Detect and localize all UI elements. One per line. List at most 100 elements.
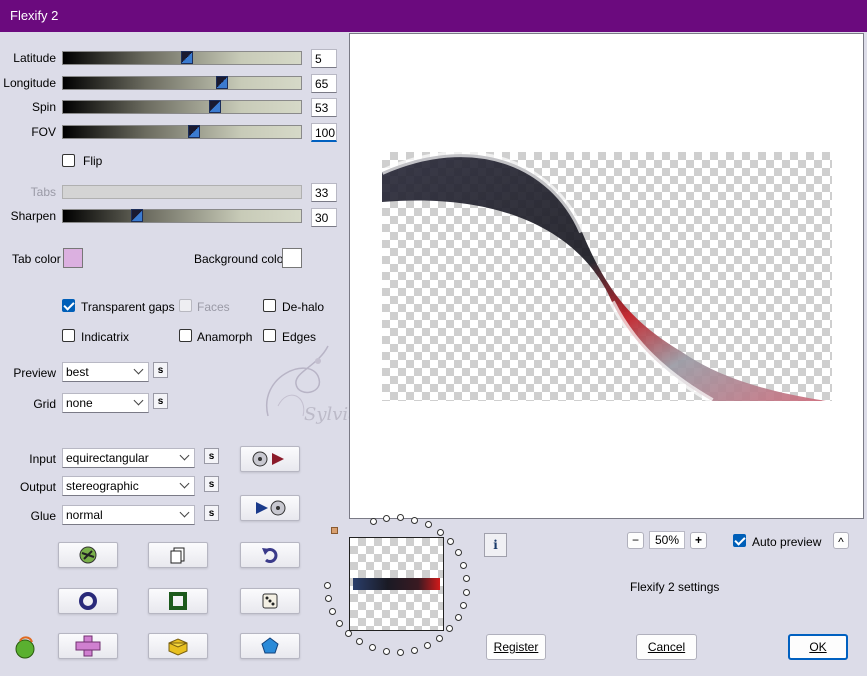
thumbnail-preview[interactable]	[349, 537, 444, 631]
register-button[interactable]: Register	[486, 634, 546, 660]
ring-icon	[79, 592, 97, 610]
output-save-button[interactable]: s	[204, 476, 219, 492]
preview-panel[interactable]	[349, 33, 864, 519]
grid-save-button[interactable]: s	[153, 393, 168, 409]
glue-select[interactable]: normal	[62, 505, 195, 525]
longitude-field[interactable]: 65	[311, 74, 337, 93]
spin-slider[interactable]	[62, 100, 302, 114]
output-select[interactable]: stereographic	[62, 476, 195, 496]
dial-dot[interactable]	[410, 646, 418, 654]
dial-dot[interactable]	[397, 514, 405, 522]
zoom-level[interactable]: 50%	[649, 531, 685, 549]
settings-label: Flexify 2 settings	[630, 580, 720, 594]
cancel-button[interactable]: Cancel	[636, 634, 697, 660]
input-select-value: equirectangular	[66, 451, 149, 465]
latitude-label: Latitude	[13, 51, 56, 65]
sharpen-field[interactable]: 30	[311, 208, 337, 227]
dial-dot[interactable]	[336, 619, 344, 627]
preview-save-button[interactable]: s	[153, 362, 168, 378]
collapse-button[interactable]: ^	[833, 532, 849, 549]
longitude-slider[interactable]	[62, 76, 302, 90]
latitude-slider[interactable]	[62, 51, 302, 65]
flexify-logo-icon	[15, 636, 35, 659]
dial-dot[interactable]	[446, 625, 454, 633]
undo-button[interactable]	[240, 542, 300, 568]
tabs-field[interactable]: 33	[311, 183, 337, 202]
spin-label: Spin	[31, 100, 56, 114]
dial-dot[interactable]	[460, 601, 468, 609]
de-halo-checkbox[interactable]	[263, 299, 276, 312]
dial-dot[interactable]	[436, 634, 444, 642]
dial-dot[interactable]	[356, 638, 364, 646]
spin-field[interactable]: 53	[311, 98, 337, 117]
dial-dot[interactable]	[396, 648, 404, 656]
ok-button[interactable]: OK	[788, 634, 848, 660]
spin-thumb[interactable]	[209, 100, 222, 113]
preview-canvas[interactable]	[380, 151, 832, 404]
fov-label: FOV	[31, 125, 56, 139]
fov-thumb[interactable]	[187, 125, 200, 138]
cross-button[interactable]	[58, 633, 118, 659]
dial-dot[interactable]	[369, 644, 377, 652]
input-save-button[interactable]: s	[204, 448, 219, 464]
background-color-swatch[interactable]	[282, 248, 302, 268]
undo-icon	[262, 548, 278, 563]
auto-preview-checkbox[interactable]	[733, 534, 746, 547]
tab-color-label: Tab color	[12, 252, 61, 266]
convert-forward-button[interactable]	[240, 446, 300, 472]
chevron-down-icon	[179, 450, 190, 461]
grid-select[interactable]: none	[62, 393, 149, 413]
longitude-thumb[interactable]	[216, 76, 229, 89]
sharpen-thumb[interactable]	[130, 209, 143, 222]
chevron-down-icon	[179, 507, 190, 518]
cube-icon	[168, 638, 188, 656]
dial-dot[interactable]	[323, 581, 331, 589]
latitude-thumb[interactable]	[180, 51, 193, 64]
tab-color-swatch[interactable]	[63, 248, 83, 268]
dial-dot[interactable]	[382, 647, 390, 655]
fov-slider[interactable]	[62, 125, 302, 139]
info-button[interactable]: i	[484, 533, 507, 557]
dial-dot[interactable]	[369, 518, 377, 526]
title-bar[interactable]: Flexify 2	[0, 0, 867, 32]
preview-select[interactable]: best	[62, 362, 149, 382]
dial-dot[interactable]	[329, 607, 337, 615]
pentagon-button[interactable]	[240, 633, 300, 659]
dial-dot[interactable]	[424, 521, 432, 529]
zoom-in-button[interactable]: +	[690, 532, 707, 549]
dial-dot[interactable]	[446, 537, 454, 545]
flip-checkbox[interactable]	[62, 154, 75, 167]
random-button[interactable]	[240, 588, 300, 614]
flip-label: Flip	[83, 154, 103, 168]
dial-dot[interactable]	[463, 574, 471, 582]
ring-button[interactable]	[58, 588, 118, 614]
dial-dot[interactable]	[424, 641, 432, 649]
indicatrix-checkbox[interactable]	[62, 329, 75, 342]
latitude-field[interactable]: 5	[311, 49, 337, 68]
fov-field[interactable]: 100	[311, 123, 337, 142]
dial-dot[interactable]	[345, 630, 353, 638]
globe-tool-button[interactable]	[58, 542, 118, 568]
square-frame-button[interactable]	[148, 588, 208, 614]
dial-dot[interactable]	[454, 614, 462, 622]
cube-button[interactable]	[148, 633, 208, 659]
copy-icon	[170, 547, 185, 564]
dial-dot[interactable]	[460, 561, 468, 569]
dial-dot[interactable]	[463, 588, 471, 596]
glue-save-button[interactable]: s	[204, 505, 219, 521]
dial-dot[interactable]	[436, 528, 444, 536]
convert-backward-button[interactable]	[240, 495, 300, 521]
input-select[interactable]: equirectangular	[62, 448, 195, 468]
copy-button[interactable]	[148, 542, 208, 568]
sharpen-slider[interactable]	[62, 209, 302, 223]
dial-dot[interactable]	[383, 515, 391, 523]
dial-dot[interactable]	[324, 595, 332, 602]
dial-dot[interactable]	[411, 516, 419, 524]
anamorph-checkbox[interactable]	[179, 329, 192, 342]
zoom-out-button[interactable]: −	[627, 532, 644, 549]
dial-handle[interactable]	[331, 527, 338, 534]
transparent-gaps-checkbox[interactable]	[62, 299, 75, 312]
tabs-label: Tabs	[30, 185, 56, 199]
dial-dot[interactable]	[454, 549, 462, 557]
glue-label: Glue	[30, 509, 56, 523]
